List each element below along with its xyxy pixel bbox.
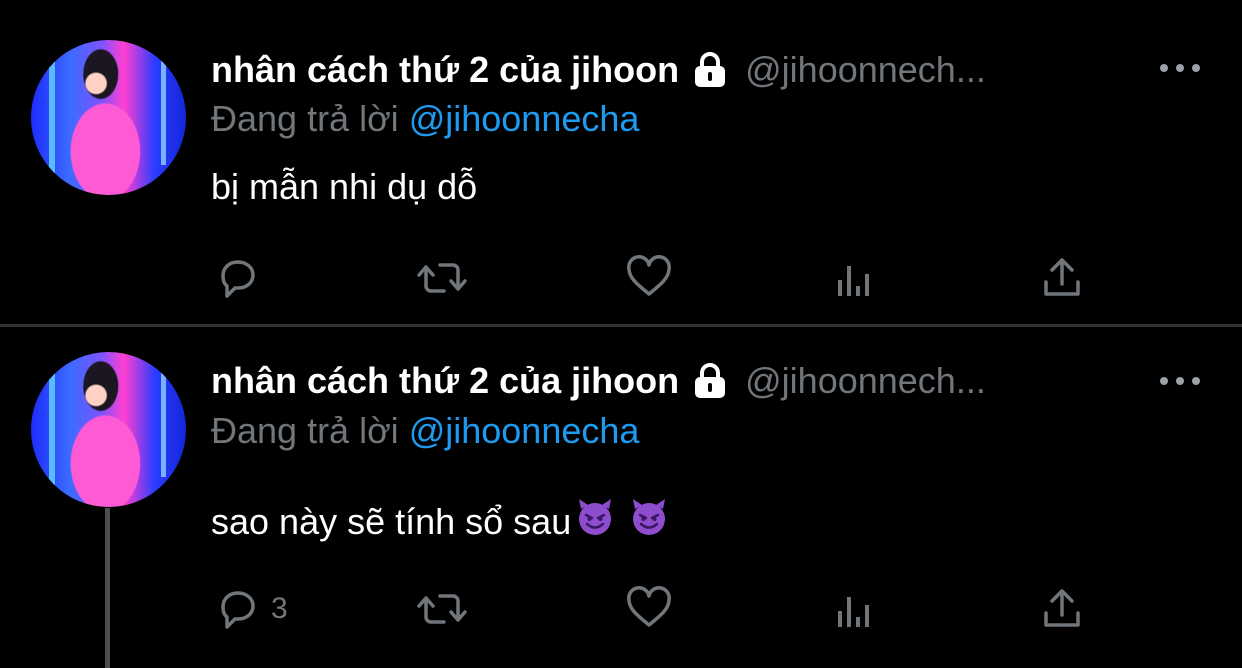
lock-icon <box>691 52 729 88</box>
reply-count: 3 <box>271 592 288 625</box>
retweet-button[interactable] <box>414 585 470 633</box>
share-icon <box>1038 254 1086 302</box>
views-button[interactable] <box>834 585 878 633</box>
smiling-devil-emoji <box>629 497 669 546</box>
replying-to: Đang trả lời @jihoonnecha <box>211 410 639 452</box>
share-button[interactable] <box>1038 254 1086 302</box>
views-icon <box>834 254 878 302</box>
tweet-text: sao này sẽ tính sổ sau <box>211 497 669 546</box>
like-icon <box>625 585 673 633</box>
more-icon[interactable] <box>1160 371 1200 391</box>
tweet[interactable]: nhân cách thứ 2 của jihoon @jihoonnech..… <box>0 0 1242 325</box>
handle[interactable]: @jihoonnech... <box>745 360 986 402</box>
tweet-text: bị mẫn nhi dụ dỗ <box>211 166 477 208</box>
avatar[interactable] <box>31 40 186 195</box>
tweet-header: nhân cách thứ 2 của jihoon @jihoonnech..… <box>211 359 986 403</box>
replying-to: Đang trả lời @jihoonnecha <box>211 98 639 140</box>
reply-icon <box>213 254 261 302</box>
retweet-icon <box>414 254 470 302</box>
views-icon <box>834 585 878 633</box>
more-icon[interactable] <box>1160 58 1200 78</box>
reply-button[interactable]: 3 <box>213 585 288 633</box>
like-button[interactable] <box>625 585 673 633</box>
tweet[interactable]: nhân cách thứ 2 của jihoon @jihoonnech..… <box>0 327 1242 668</box>
like-icon <box>625 254 673 302</box>
views-button[interactable] <box>834 254 878 302</box>
display-name[interactable]: nhân cách thứ 2 của jihoon <box>211 360 679 402</box>
tweet-text-content: sao này sẽ tính sổ sau <box>211 500 572 542</box>
action-bar: 3 <box>0 585 1242 633</box>
avatar[interactable] <box>31 352 186 507</box>
retweet-icon <box>414 585 470 633</box>
reply-icon <box>213 585 261 633</box>
share-icon <box>1038 585 1086 633</box>
lock-icon <box>691 363 729 399</box>
mention-link[interactable]: @jihoonnecha <box>409 410 640 451</box>
tweet-header: nhân cách thứ 2 của jihoon @jihoonnech..… <box>211 48 986 92</box>
handle[interactable]: @jihoonnech... <box>745 49 986 91</box>
retweet-button[interactable] <box>414 254 470 302</box>
reply-button[interactable] <box>213 254 271 302</box>
like-button[interactable] <box>625 254 673 302</box>
display-name[interactable]: nhân cách thứ 2 của jihoon <box>211 49 679 91</box>
replying-prefix: Đang trả lời <box>211 410 399 451</box>
action-bar <box>0 254 1242 302</box>
mention-link[interactable]: @jihoonnecha <box>409 98 640 139</box>
smiling-devil-emoji <box>575 497 615 546</box>
share-button[interactable] <box>1038 585 1086 633</box>
tweet-text-content: bị mẫn nhi dụ dỗ <box>211 166 478 207</box>
replying-prefix: Đang trả lời <box>211 98 399 139</box>
